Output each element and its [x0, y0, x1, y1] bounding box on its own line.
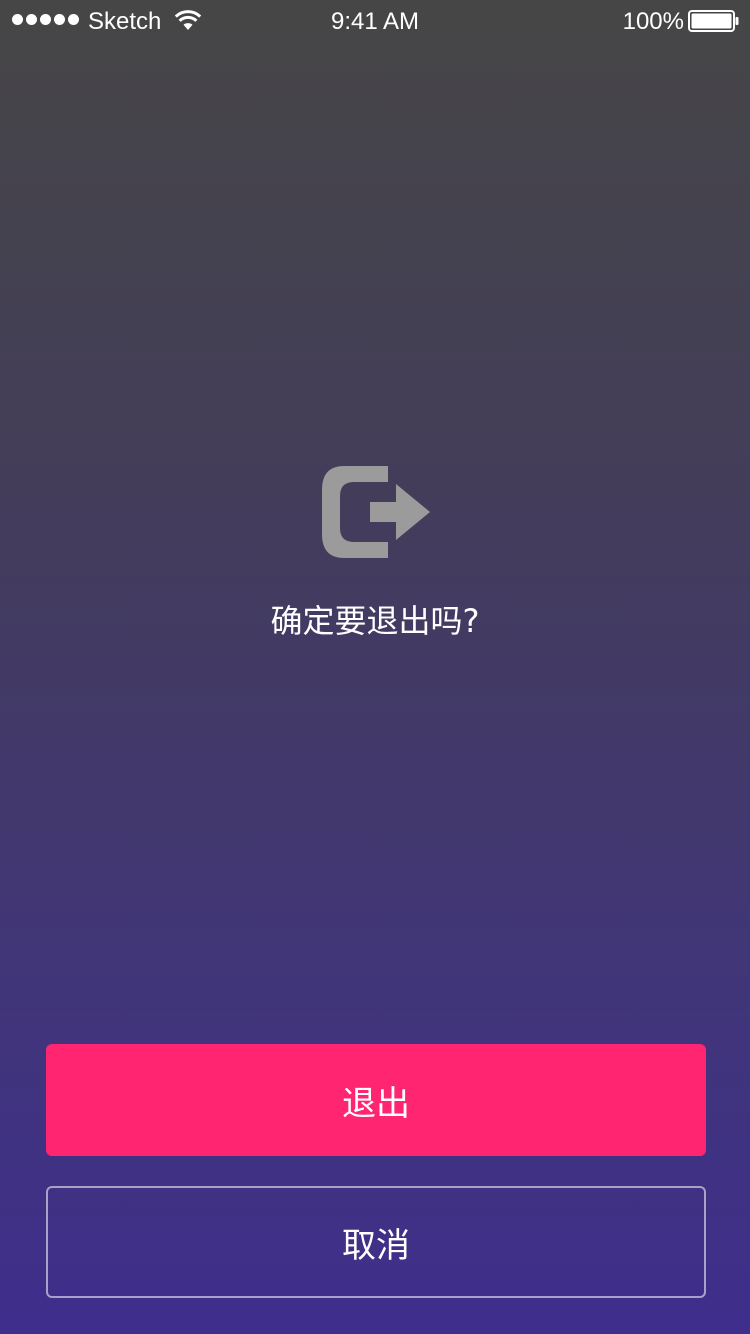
exit-button-label: 退出	[342, 1083, 410, 1124]
status-bar: Sketch 9:41 AM 100%	[0, 0, 750, 44]
logout-prompt: 确定要退出吗?	[270, 602, 480, 640]
exit-button[interactable]: 退出	[46, 1044, 706, 1156]
cancel-button-label: 取消	[342, 1225, 410, 1266]
logout-icon	[322, 466, 430, 558]
battery-icon	[688, 10, 739, 32]
battery-percent: 100%	[622, 8, 684, 35]
cancel-button[interactable]: 取消	[46, 1186, 706, 1298]
